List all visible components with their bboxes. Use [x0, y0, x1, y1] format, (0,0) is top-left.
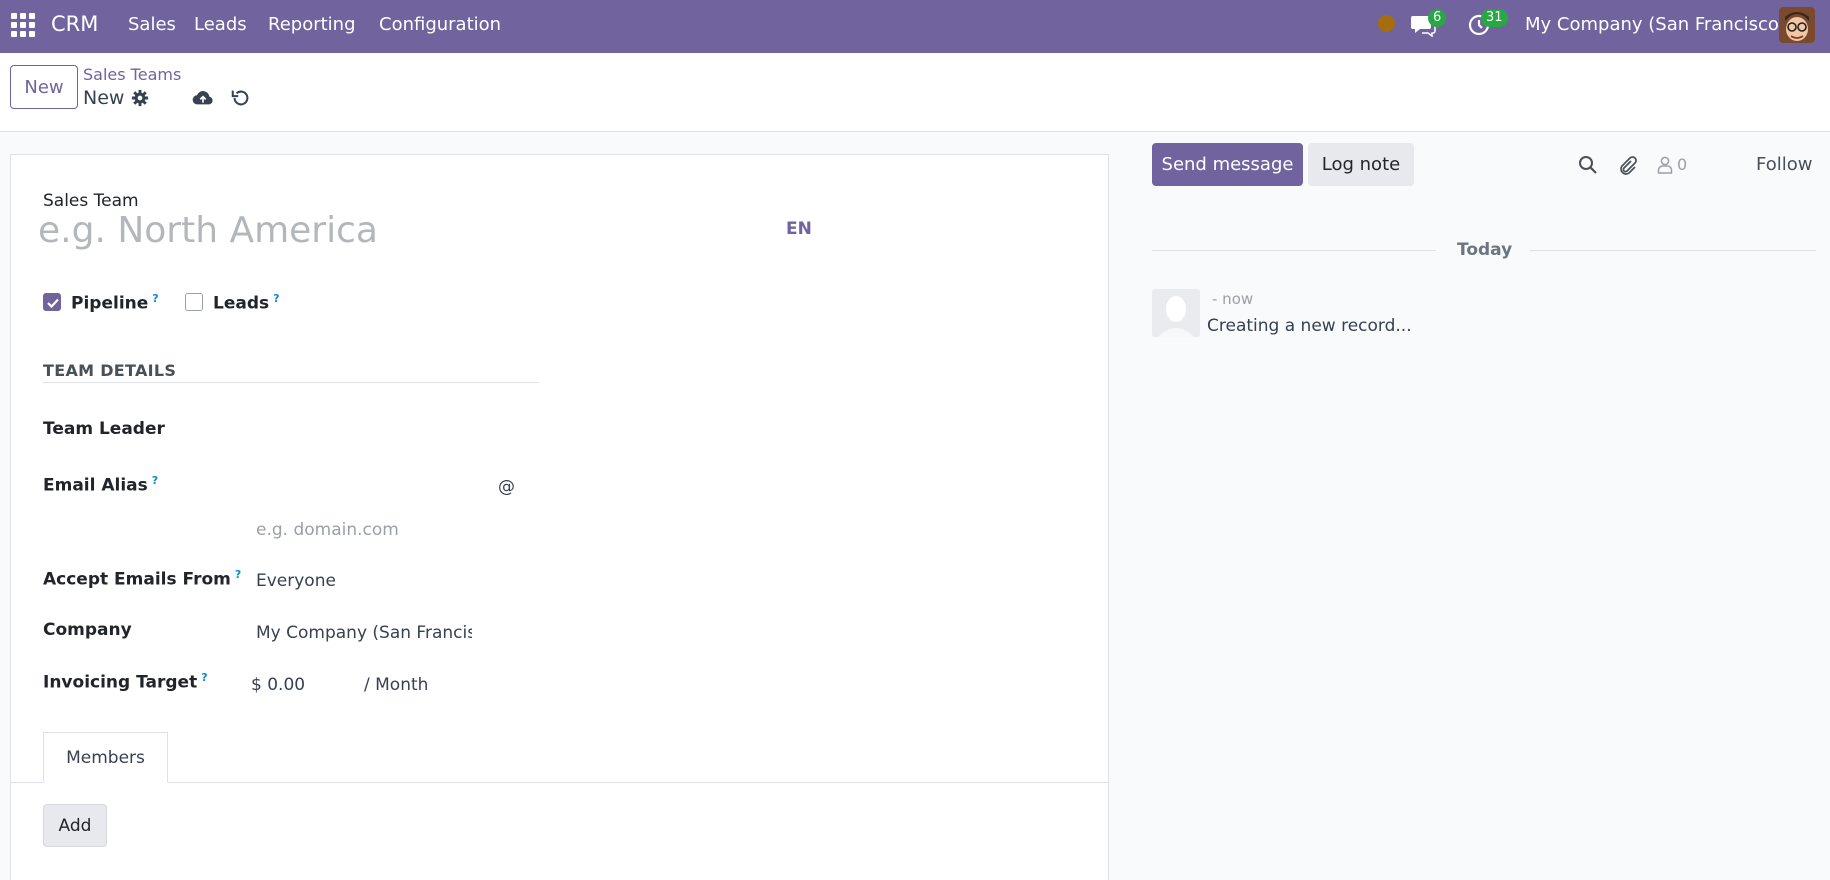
menu-leads[interactable]: Leads	[194, 14, 247, 35]
breadcrumb-sales-teams[interactable]: Sales Teams	[83, 65, 181, 84]
cloud-upload-icon[interactable]	[192, 87, 214, 109]
search-icon[interactable]	[1578, 155, 1598, 175]
company-input[interactable]: My Company (San Francisc	[256, 623, 472, 643]
send-message-button[interactable]: Send message	[1152, 143, 1303, 186]
app-brand[interactable]: CRM	[51, 12, 98, 36]
invoicing-target-input[interactable]: $ 0.00	[251, 675, 305, 695]
new-button[interactable]: New	[10, 65, 78, 109]
message-timestamp: - now	[1212, 290, 1254, 308]
activity-badge: 31	[1481, 9, 1508, 27]
team-leader-input[interactable]	[253, 414, 543, 444]
company-label: Company	[43, 620, 132, 640]
presence-status-icon[interactable]	[1378, 15, 1395, 32]
control-panel: New Sales Teams New	[0, 53, 1830, 132]
notebook-tab-line	[10, 782, 1109, 783]
invoicing-target-label: Invoicing Target?	[43, 671, 208, 693]
log-note-button[interactable]: Log note	[1308, 143, 1414, 186]
date-divider-left	[1152, 250, 1436, 251]
team-details-heading: TEAM DETAILS	[43, 361, 177, 380]
leads-label: Leads?	[213, 292, 280, 314]
add-member-button[interactable]: Add	[43, 804, 107, 847]
follow-button[interactable]: Follow	[1756, 154, 1812, 175]
email-alias-label: Email Alias?	[43, 474, 159, 496]
language-tag[interactable]: EN	[786, 219, 812, 239]
user-avatar[interactable]	[1779, 7, 1815, 43]
message-body: Creating a new record...	[1207, 316, 1412, 336]
chat-badge: 6	[1428, 9, 1447, 27]
date-divider-today: Today	[1457, 240, 1513, 260]
sales-team-label: Sales Team	[43, 191, 139, 211]
paperclip-icon[interactable]	[1617, 155, 1637, 175]
gear-icon[interactable]	[131, 89, 149, 107]
follower-count: 0	[1677, 155, 1688, 174]
menu-configuration[interactable]: Configuration	[379, 14, 501, 35]
alias-domain-input[interactable]: e.g. domain.com	[256, 520, 399, 540]
leads-checkbox[interactable]	[185, 293, 203, 311]
email-alias-input[interactable]	[253, 472, 493, 502]
accept-emails-label: Accept Emails From?	[43, 568, 242, 590]
menu-reporting[interactable]: Reporting	[268, 14, 356, 35]
pipeline-checkbox[interactable]	[43, 293, 61, 311]
invoicing-target-unit: / Month	[364, 675, 429, 695]
menu-sales[interactable]: Sales	[128, 14, 176, 35]
accept-emails-select[interactable]: Everyone	[256, 571, 336, 591]
top-navbar: CRM Sales Leads Reporting Configuration …	[0, 0, 1830, 53]
undo-icon[interactable]	[230, 87, 252, 109]
follower-icon[interactable]	[1657, 156, 1673, 174]
pipeline-label: Pipeline?	[71, 292, 159, 314]
section-divider	[43, 382, 539, 383]
at-sign: @	[498, 477, 515, 497]
team-name-input[interactable]: e.g. North America	[38, 210, 378, 251]
form-sheet	[10, 154, 1109, 880]
team-leader-label: Team Leader	[43, 419, 165, 439]
record-name: New	[83, 87, 125, 109]
tab-members[interactable]: Members	[43, 732, 168, 783]
company-switcher[interactable]: My Company (San Francisco)	[1525, 14, 1786, 35]
message-author-avatar	[1152, 289, 1200, 337]
date-divider-right	[1530, 250, 1816, 251]
app-menu-icon[interactable]	[11, 13, 35, 37]
